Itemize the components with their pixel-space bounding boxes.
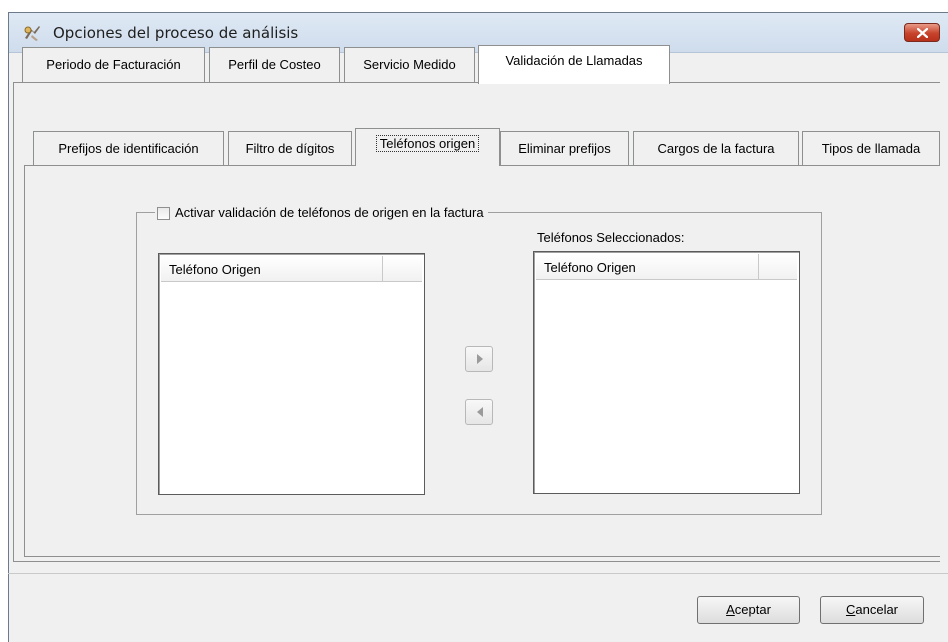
- column-header-telefono-origen[interactable]: Teléfono Origen: [161, 256, 383, 281]
- tab-label: Cargos de la factura: [657, 141, 775, 156]
- arrow-right-icon: [477, 354, 483, 364]
- tab-label: Perfil de Costeo: [228, 57, 321, 72]
- selected-phones-list[interactable]: Teléfono Origen: [533, 251, 800, 494]
- tab-label: Filtro de dígitos: [245, 141, 335, 156]
- tab-label: Prefijos de identificación: [58, 141, 199, 156]
- tab-label: Teléfonos origen: [375, 135, 480, 152]
- list-header: Teléfono Origen: [161, 256, 422, 282]
- tab-label: Tipos de llamada: [821, 141, 921, 156]
- tab-validacion-llamadas[interactable]: Validación de Llamadas: [478, 45, 670, 84]
- arrow-left-icon: [477, 407, 483, 417]
- tab-periodo-facturacion[interactable]: Periodo de Facturación: [22, 47, 205, 83]
- accept-button[interactable]: Aceptar: [697, 596, 800, 624]
- cancel-button[interactable]: Cancelar: [820, 596, 924, 624]
- accept-mnemonic: A: [726, 602, 735, 617]
- selected-phones-label: Teléfonos Seleccionados:: [537, 230, 685, 245]
- tab-prefijos-identificacion[interactable]: Prefijos de identificación: [33, 131, 224, 165]
- close-x-icon: [917, 28, 928, 38]
- tab-label: Eliminar prefijos: [518, 141, 611, 156]
- remove-phone-button[interactable]: [465, 399, 493, 425]
- process-icon: [24, 26, 40, 41]
- column-header-empty: [759, 254, 797, 279]
- column-header-empty: [383, 256, 422, 281]
- checkbox-label: Activar validación de teléfonos de orige…: [175, 205, 484, 220]
- available-phones-list[interactable]: Teléfono Origen: [158, 253, 425, 495]
- tab-telefonos-origen[interactable]: Teléfonos origen: [355, 128, 500, 166]
- cancel-label-rest: ancelar: [855, 602, 899, 617]
- tab-tipos-llamada[interactable]: Tipos de llamada: [802, 131, 940, 165]
- list-header: Teléfono Origen: [536, 254, 797, 280]
- tab-servicio-medido[interactable]: Servicio Medido: [344, 47, 475, 83]
- add-phone-button[interactable]: [465, 346, 493, 372]
- footer-separator: [8, 573, 948, 574]
- tab-label: Periodo de Facturación: [46, 57, 181, 72]
- accept-label-rest: ceptar: [734, 602, 771, 617]
- tab-filtro-digitos[interactable]: Filtro de dígitos: [228, 131, 352, 165]
- column-header-telefono-origen[interactable]: Teléfono Origen: [536, 254, 759, 279]
- tab-eliminar-prefijos[interactable]: Eliminar prefijos: [500, 131, 629, 165]
- tab-label: Validación de Llamadas: [505, 53, 643, 68]
- window-title: Opciones del proceso de análisis: [53, 24, 299, 42]
- activate-validation-checkbox[interactable]: [157, 206, 170, 220]
- tab-cargos-factura[interactable]: Cargos de la factura: [633, 131, 799, 165]
- cancel-mnemonic: C: [845, 602, 856, 617]
- tab-label: Servicio Medido: [363, 57, 456, 72]
- tab-perfil-costeo[interactable]: Perfil de Costeo: [209, 47, 340, 83]
- activate-validation-checkbox-row[interactable]: Activar validación de teléfonos de orige…: [155, 203, 488, 223]
- close-button[interactable]: [904, 23, 940, 42]
